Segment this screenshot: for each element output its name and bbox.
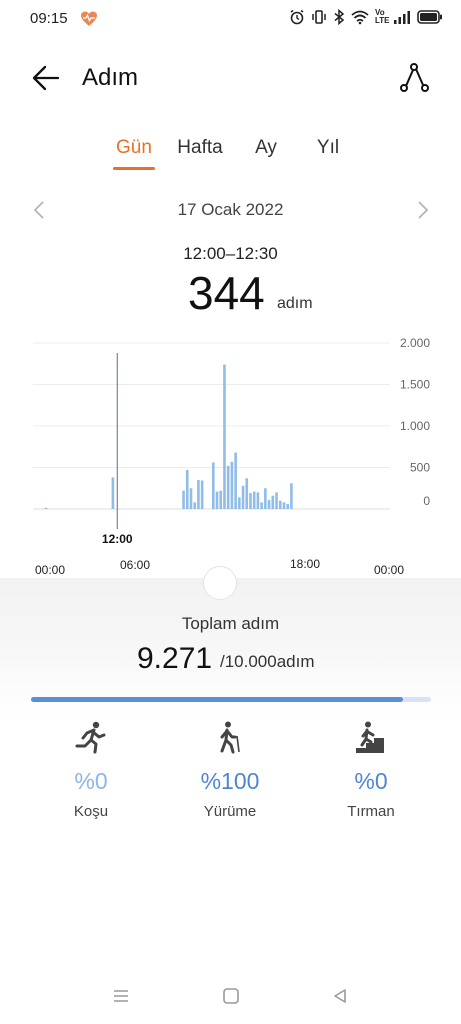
activity-walking[interactable]: %100 Yürüme [170,720,290,820]
chart-bar [193,502,197,509]
x-tick-label: 18:00 [290,557,320,571]
goal-progress-fill [31,697,403,702]
selected-time-label: 12:00 [102,532,133,546]
chart-bar [290,483,293,509]
activity-climbing[interactable]: %0 Tırman [311,720,431,820]
chart-bar [245,478,249,509]
chart-bar [271,495,275,509]
y-tick-label: 1.000 [400,419,430,433]
chart-bar [185,469,189,509]
goal-progress-bar [31,697,431,702]
chart-bar [278,500,282,509]
chevron-right-icon[interactable] [410,198,434,222]
chart-bar [282,502,286,509]
climbing-icon [356,721,384,753]
arrow-left-icon[interactable] [28,60,64,96]
climbing-percent: %0 [354,768,388,794]
chart-bar [226,465,230,509]
chart-bar [212,462,215,509]
chart-bar [249,493,252,509]
status-time: 09:15 [30,10,68,27]
walking-icon [220,721,240,754]
steps-chart[interactable]: 2.000 1.500 1.000 500 0 12:00 00:00 06:00 18:00 0… [0,325,461,585]
steps-unit: adım [277,295,313,312]
route-icon[interactable] [396,60,432,96]
signal-icon [394,11,410,24]
chart-bar [189,488,193,509]
y-tick-label: 2.000 [400,336,430,350]
walking-label: Yürüme [203,803,257,820]
chart-bar [200,480,204,509]
alarm-icon [290,9,304,25]
chart-bar [197,479,200,509]
climbing-label: Tırman [347,803,395,820]
chart-bar [223,364,226,509]
wifi-icon [351,10,369,25]
period-tabs: Gün Hafta Ay Yıl [0,137,461,177]
home-icon[interactable] [222,987,240,1005]
x-tick-label: 06:00 [120,558,150,572]
chart-bar [264,488,267,509]
chart-bar [252,491,256,509]
bluetooth-icon [334,9,345,25]
chart-bar [241,485,245,509]
tab-year[interactable]: Yıl [310,137,346,159]
x-tick-label: 00:00 [374,563,404,577]
tab-month[interactable]: Ay [248,137,284,159]
running-icon [75,721,106,754]
selected-steps: 344 [188,267,265,319]
chart-bar [267,499,271,509]
chart-bar [238,497,241,509]
chart-bar [260,502,263,509]
chart-bar [256,492,260,509]
total-steps-value: 9.271 [137,642,213,675]
y-tick-label: 1.500 [400,378,430,392]
vibrate-icon [312,10,326,24]
page-title: Adım [82,64,139,91]
volte-icon: Vo LTE [375,8,390,25]
drag-handle[interactable] [203,566,237,600]
chart-bar [230,461,234,509]
running-label: Koşu [73,803,109,820]
date-label: 17 Ocak 2022 [177,200,284,219]
total-steps-label: Toplam adım [181,614,280,633]
walking-percent: %100 [200,768,260,794]
selected-time-range: 12:00–12:30 [183,244,278,263]
tab-underline [113,167,155,170]
status-icons: Vo LTE [289,9,443,25]
chart-bar [111,477,115,509]
running-percent: %0 [74,768,108,794]
chart-bar [234,452,237,509]
y-tick-label: 500 [410,461,430,475]
x-tick-label: 00:00 [35,563,65,577]
activity-running[interactable]: %0 Koşu [31,720,151,820]
heart-rate-icon [81,11,97,26]
back-triangle-icon[interactable] [331,987,349,1005]
tab-day[interactable]: Gün [113,137,155,159]
battery-icon [417,10,442,24]
chart-bar [44,507,48,509]
chart-bar [182,490,185,509]
menu-icon[interactable] [112,987,130,1005]
steps-goal: /10.000adım [220,652,315,671]
tab-week[interactable]: Hafta [172,137,228,159]
chart-bar [286,504,289,509]
chart-bar [215,491,219,509]
chart-bar [219,490,223,509]
y-tick-label: 0 [423,494,430,508]
chart-bar [275,492,278,509]
